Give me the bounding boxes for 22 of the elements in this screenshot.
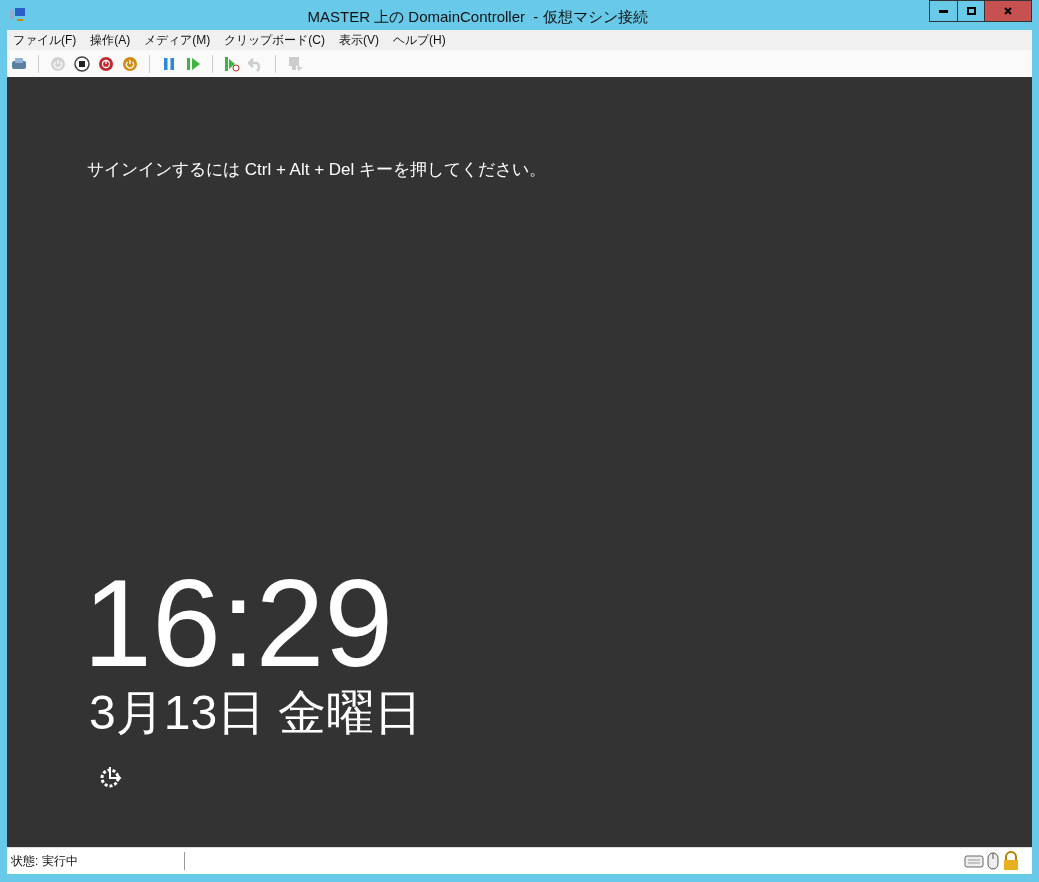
menu-item[interactable]: クリップボード(C) bbox=[224, 31, 325, 49]
menu-item[interactable]: 表示(V) bbox=[339, 31, 379, 49]
date-text: 3月13日 金曜日 bbox=[89, 685, 424, 741]
window-title: MASTER 上の DomainController - 仮想マシン接続 bbox=[307, 7, 648, 27]
lock-icon bbox=[1002, 851, 1020, 871]
menu-item[interactable]: ヘルプ(H) bbox=[393, 31, 446, 49]
app-icon[interactable] bbox=[10, 7, 26, 23]
stop-icon[interactable] bbox=[74, 55, 90, 72]
clock-time: 16:29 bbox=[83, 561, 395, 685]
power-icon[interactable] bbox=[98, 55, 114, 72]
close-button[interactable] bbox=[985, 1, 1031, 21]
play-icon[interactable] bbox=[185, 55, 201, 72]
menu-item[interactable]: 操作(A) bbox=[90, 31, 131, 49]
menu-item[interactable]: ファイル(F) bbox=[13, 31, 77, 49]
power-icon[interactable] bbox=[122, 55, 138, 72]
close-icon bbox=[1004, 7, 1012, 15]
status-text: 状態: 実行中 bbox=[7, 852, 185, 870]
mouse-icon bbox=[986, 852, 1000, 870]
menu-item[interactable]: メディア(M) bbox=[144, 31, 211, 49]
sign-in-prompt: サインインするには Ctrl + Alt + Del キーを押してください。 bbox=[87, 159, 548, 181]
pause-icon[interactable] bbox=[161, 55, 177, 72]
checkpoint-icon[interactable] bbox=[224, 55, 240, 72]
